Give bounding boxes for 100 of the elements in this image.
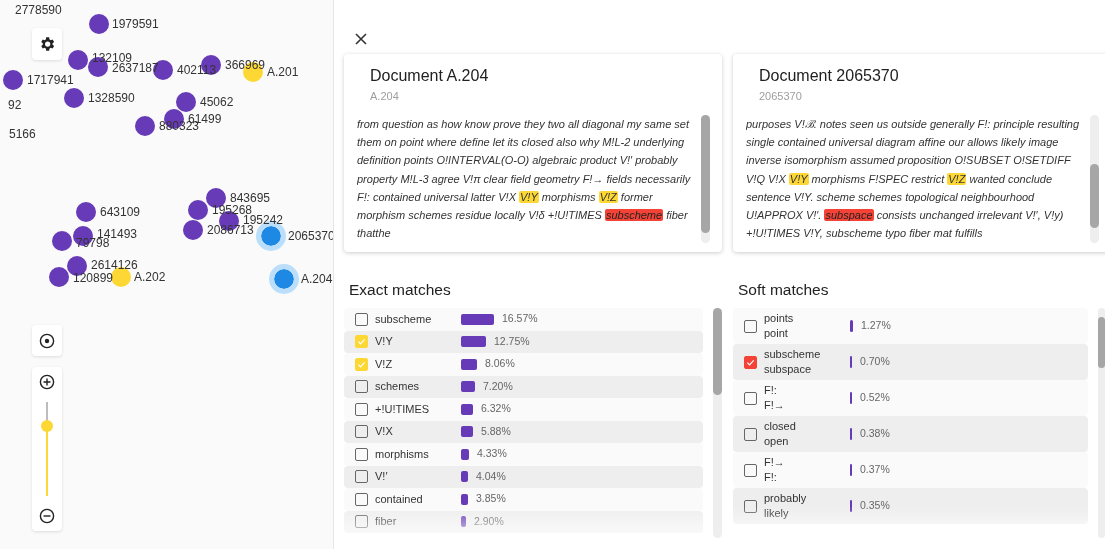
checkbox[interactable] (355, 515, 368, 529)
map-node[interactable] (89, 14, 109, 34)
map-node[interactable] (64, 88, 84, 108)
match-row[interactable]: subscheme subspace 0.70% (733, 344, 1088, 380)
document-id: A.204 (370, 89, 400, 103)
map-node[interactable] (52, 231, 72, 251)
frequency-bar (461, 493, 468, 505)
match-row[interactable]: points point 1.27% (733, 308, 1088, 344)
match-percent: 0.38% (860, 426, 890, 442)
node-label: A.202 (134, 270, 166, 284)
match-row[interactable]: closed open 0.38% (733, 416, 1088, 452)
match-row[interactable]: V!Y 12.75% (344, 330, 703, 353)
match-row[interactable]: V!X 5.88% (344, 420, 703, 443)
zoom-slider-thumb[interactable] (41, 420, 53, 433)
match-percent: 0.35% (860, 498, 890, 514)
document-title: Document 2065370 (759, 66, 900, 86)
match-term: V!Z (375, 356, 394, 372)
recenter-button[interactable] (32, 325, 62, 356)
match-alternative: open (764, 434, 790, 449)
document-title: Document A.204 (370, 66, 490, 86)
frequency-bar (461, 426, 473, 438)
match-term: subscheme (375, 311, 433, 327)
document-text: from question as how know prove they two all diagonal my same set them on point where define let its closed also why M!L-2 underlying definition points O!INTERVAL(O-O) algebraic product V!′ probably property M!L-3 agree V!π clear field geometry F!→ fields necessarily F!: contained universal latter V!X V!Y morphisms V!Z former morphism schemes residue locally V!δ +!U!TIMES subscheme fiber thatthe (357, 117, 692, 242)
map-node[interactable] (3, 70, 23, 90)
checkbox[interactable] (355, 470, 368, 484)
node-label: A.204 (301, 272, 333, 286)
match-percent: 0.52% (860, 390, 890, 406)
checkbox[interactable] (355, 312, 368, 326)
match-term: V!Y (375, 334, 394, 350)
node-label: 45062 (200, 95, 234, 109)
frequency-bar (461, 313, 494, 325)
match-row[interactable]: morphisms 4.33% (344, 443, 703, 466)
match-percent: 1.27% (861, 318, 891, 334)
checkbox[interactable] (744, 319, 757, 333)
match-row[interactable]: V!Z 8.06% (344, 353, 703, 376)
match-row[interactable]: V!′ 4.04% (344, 465, 703, 488)
map-node[interactable] (188, 200, 208, 220)
scrollbar-thumb[interactable] (1098, 317, 1105, 368)
map-node[interactable] (111, 267, 131, 287)
match-term: +!U!TIMES (375, 401, 431, 417)
match-row[interactable]: schemes 7.20% (344, 375, 703, 398)
map-node[interactable] (176, 92, 196, 112)
checkbox[interactable] (744, 499, 757, 513)
match-percent: 2.90% (474, 513, 504, 529)
frequency-bar (461, 381, 475, 393)
frequency-bar (461, 516, 466, 528)
match-term: contained (375, 491, 424, 507)
match-term: morphisms (375, 446, 430, 462)
frequency-bar (461, 403, 473, 415)
scrollbar[interactable] (1098, 308, 1105, 538)
node-label: 843695 (230, 191, 271, 205)
checkbox[interactable] (355, 402, 368, 416)
match-row[interactable]: fiber 2.90% (344, 510, 703, 533)
node-label: 2778590 (15, 3, 62, 17)
map-node[interactable] (135, 116, 155, 136)
match-alternative: F!: (764, 470, 778, 485)
checkbox[interactable] (355, 492, 368, 506)
match-row[interactable]: contained 3.85% (344, 488, 703, 511)
node-label: 92 (8, 98, 22, 112)
zoom-in-icon[interactable] (39, 374, 55, 390)
map-node[interactable] (183, 220, 203, 240)
match-term: closed (764, 419, 797, 434)
match-term: probably (764, 491, 808, 506)
match-term: F!: (764, 383, 778, 398)
checkbox[interactable] (355, 380, 368, 394)
match-row[interactable]: F!: F!→ 0.52% (733, 380, 1088, 416)
checkbox[interactable] (355, 425, 368, 439)
document-text: purposes V!ℬ. notes seen us outside generally F!: principle resulting single contained universal diagram affine our allows likely image inverse isomorphism assumed proposition O!SUBSET O!SETDIFF V!Q V!X V!Y morphisms F!SPEC restrict V!Z wanted conclude sentence V!Y. scheme schemes topological neighbourhood U!APPROX V!′. subspace consists unchanged irrelevant V!′, V!y) +!U!TIMES V!Y, subscheme typo fiber mat fulfills (746, 117, 1081, 242)
match-row[interactable]: subscheme 16.57% (344, 308, 703, 331)
scrollbar-thumb[interactable] (713, 308, 722, 396)
check-icon (746, 357, 755, 367)
match-alternative: subspace (764, 362, 813, 377)
match-term: subscheme (764, 347, 822, 362)
node-label: 1717941 (27, 73, 74, 87)
scrollbar-thumb[interactable] (1090, 163, 1099, 228)
checkbox[interactable] (744, 391, 757, 405)
match-row[interactable]: +!U!TIMES 6.32% (344, 398, 703, 421)
checkbox[interactable] (355, 447, 368, 461)
match-row[interactable]: probably likely 0.35% (733, 488, 1088, 524)
match-percent: 6.32% (481, 401, 511, 417)
node-label: 2614126 (91, 258, 138, 272)
match-percent: 16.57% (502, 311, 538, 327)
document-id: 2065370 (759, 89, 803, 103)
checkbox[interactable] (744, 427, 757, 441)
checkbox[interactable] (744, 463, 757, 477)
map-node[interactable] (49, 267, 69, 287)
scrollbar[interactable] (1090, 115, 1099, 243)
map-node[interactable] (68, 50, 88, 70)
settings-button[interactable] (32, 28, 62, 60)
checkbox[interactable] (744, 355, 757, 369)
target-icon (39, 332, 55, 349)
node-label: 5166 (9, 127, 36, 141)
match-percent: 5.88% (481, 423, 511, 439)
scrollbar[interactable] (713, 308, 722, 538)
match-term: fiber (375, 514, 398, 530)
frequency-bar (461, 358, 477, 370)
match-row[interactable]: F!→ F!: 0.37% (733, 452, 1088, 488)
zoom-out-icon[interactable] (39, 508, 55, 524)
map-node[interactable] (269, 264, 299, 294)
map-node[interactable] (76, 202, 96, 222)
